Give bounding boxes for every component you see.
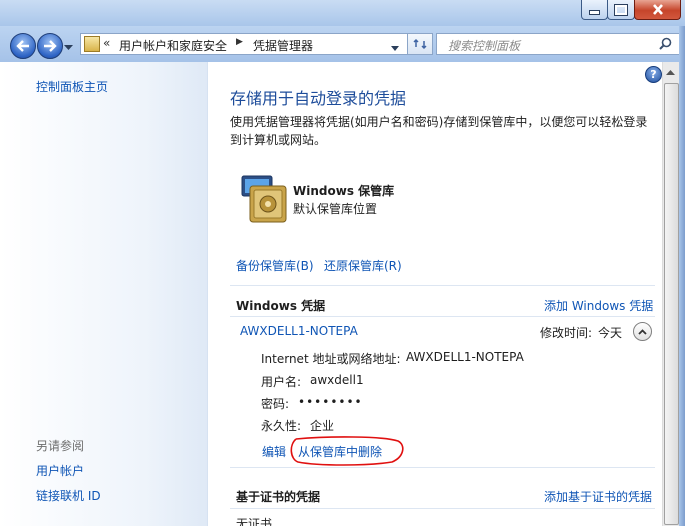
add-cert-credential-link[interactable]: 添加基于证书的凭据 xyxy=(544,488,652,505)
chevron-down-icon xyxy=(64,45,73,50)
close-button[interactable] xyxy=(634,0,681,20)
window-frame-right xyxy=(679,26,685,526)
scroll-up-button[interactable] xyxy=(664,66,677,80)
backup-vault-link[interactable]: 备份保管库(B) xyxy=(236,257,314,274)
password-value: •••••••• xyxy=(298,395,363,409)
refresh-button[interactable] xyxy=(407,33,433,55)
cert-empty-clip: 无证书 xyxy=(236,512,272,526)
edit-credential-link[interactable]: 编辑 xyxy=(262,443,286,460)
cert-empty-text: 无证书 xyxy=(236,517,273,526)
address-field-value: AWXDELL1-NOTEPA xyxy=(406,350,524,364)
address-prefix: « xyxy=(103,36,111,50)
address-dropdown-icon[interactable] xyxy=(391,40,399,54)
username-value: awxdell1 xyxy=(310,373,364,387)
back-arrow-icon xyxy=(16,40,29,52)
windows-credentials-title: Windows 凭据 xyxy=(236,299,326,313)
minimize-button[interactable] xyxy=(581,0,608,20)
back-button[interactable] xyxy=(10,33,36,59)
persistence-label: 永久性: xyxy=(261,419,302,433)
help-button[interactable]: ? xyxy=(645,66,662,83)
highlight-circle-annotation xyxy=(290,436,404,466)
cert-credentials-title: 基于证书的凭据 xyxy=(236,490,321,504)
modified-label: 修改时间: xyxy=(540,326,593,340)
user-accounts-link[interactable]: 用户帐户 xyxy=(36,462,84,479)
help-icon: ? xyxy=(650,68,657,81)
vault-safe-icon xyxy=(241,175,287,223)
address-bar[interactable]: « 用户帐户和家庭安全 ▶ 凭据管理器 xyxy=(80,33,408,55)
see-also-title: 另请参阅 xyxy=(36,439,85,453)
password-label: 密码: xyxy=(261,397,290,411)
refresh-icon xyxy=(413,38,427,50)
close-icon xyxy=(652,4,663,15)
control-panel-home-link[interactable]: 控制面板主页 xyxy=(36,78,108,95)
link-online-id-link[interactable]: 链接联机 ID xyxy=(36,487,101,504)
chevron-up-icon xyxy=(638,328,647,335)
search-box[interactable]: 搜索控制面板 xyxy=(436,33,681,55)
add-windows-credential-link[interactable]: 添加 Windows 凭据 xyxy=(544,297,653,314)
credential-entry-name[interactable]: AWXDELL1-NOTEPA xyxy=(240,324,358,338)
scroll-up-icon xyxy=(666,70,675,75)
breadcrumb-user-accounts[interactable]: 用户帐户和家庭安全 xyxy=(119,37,227,54)
breadcrumb-separator-icon[interactable]: ▶ xyxy=(236,37,243,47)
forward-button[interactable] xyxy=(37,33,63,59)
maximize-button[interactable] xyxy=(607,0,635,20)
vault-subtitle: 默认保管库位置 xyxy=(293,202,378,216)
section-divider xyxy=(230,285,655,286)
scrollbar-thumb[interactable] xyxy=(664,83,679,525)
vault-title: Windows 保管库 xyxy=(293,184,395,198)
maximize-icon xyxy=(614,3,628,16)
username-label: 用户名: xyxy=(261,375,302,389)
persistence-value: 企业 xyxy=(310,419,335,433)
search-placeholder: 搜索控制面板 xyxy=(448,39,521,53)
restore-vault-link[interactable]: 还原保管库(R) xyxy=(324,257,402,274)
section-divider xyxy=(230,316,655,317)
control-panel-icon xyxy=(84,36,100,52)
page-title: 存储用于自动登录的凭据 xyxy=(230,89,407,108)
modified-value: 今天 xyxy=(598,326,623,340)
section-divider xyxy=(230,508,655,509)
search-icon[interactable] xyxy=(659,37,672,50)
page-description: 使用凭据管理器将凭据(如用户名和密码)存储到保管库中，以便您可以轻松登录到计算机… xyxy=(230,115,648,147)
address-field-label: Internet 地址或网络地址: xyxy=(261,352,401,366)
breadcrumb-credential-manager[interactable]: 凭据管理器 xyxy=(253,37,313,54)
section-divider xyxy=(230,467,655,468)
minimize-icon xyxy=(589,10,600,15)
collapse-button[interactable] xyxy=(633,322,652,341)
forward-arrow-icon xyxy=(44,40,57,52)
recent-pages-dropdown[interactable] xyxy=(64,40,73,54)
left-navigation-pane xyxy=(0,62,208,526)
